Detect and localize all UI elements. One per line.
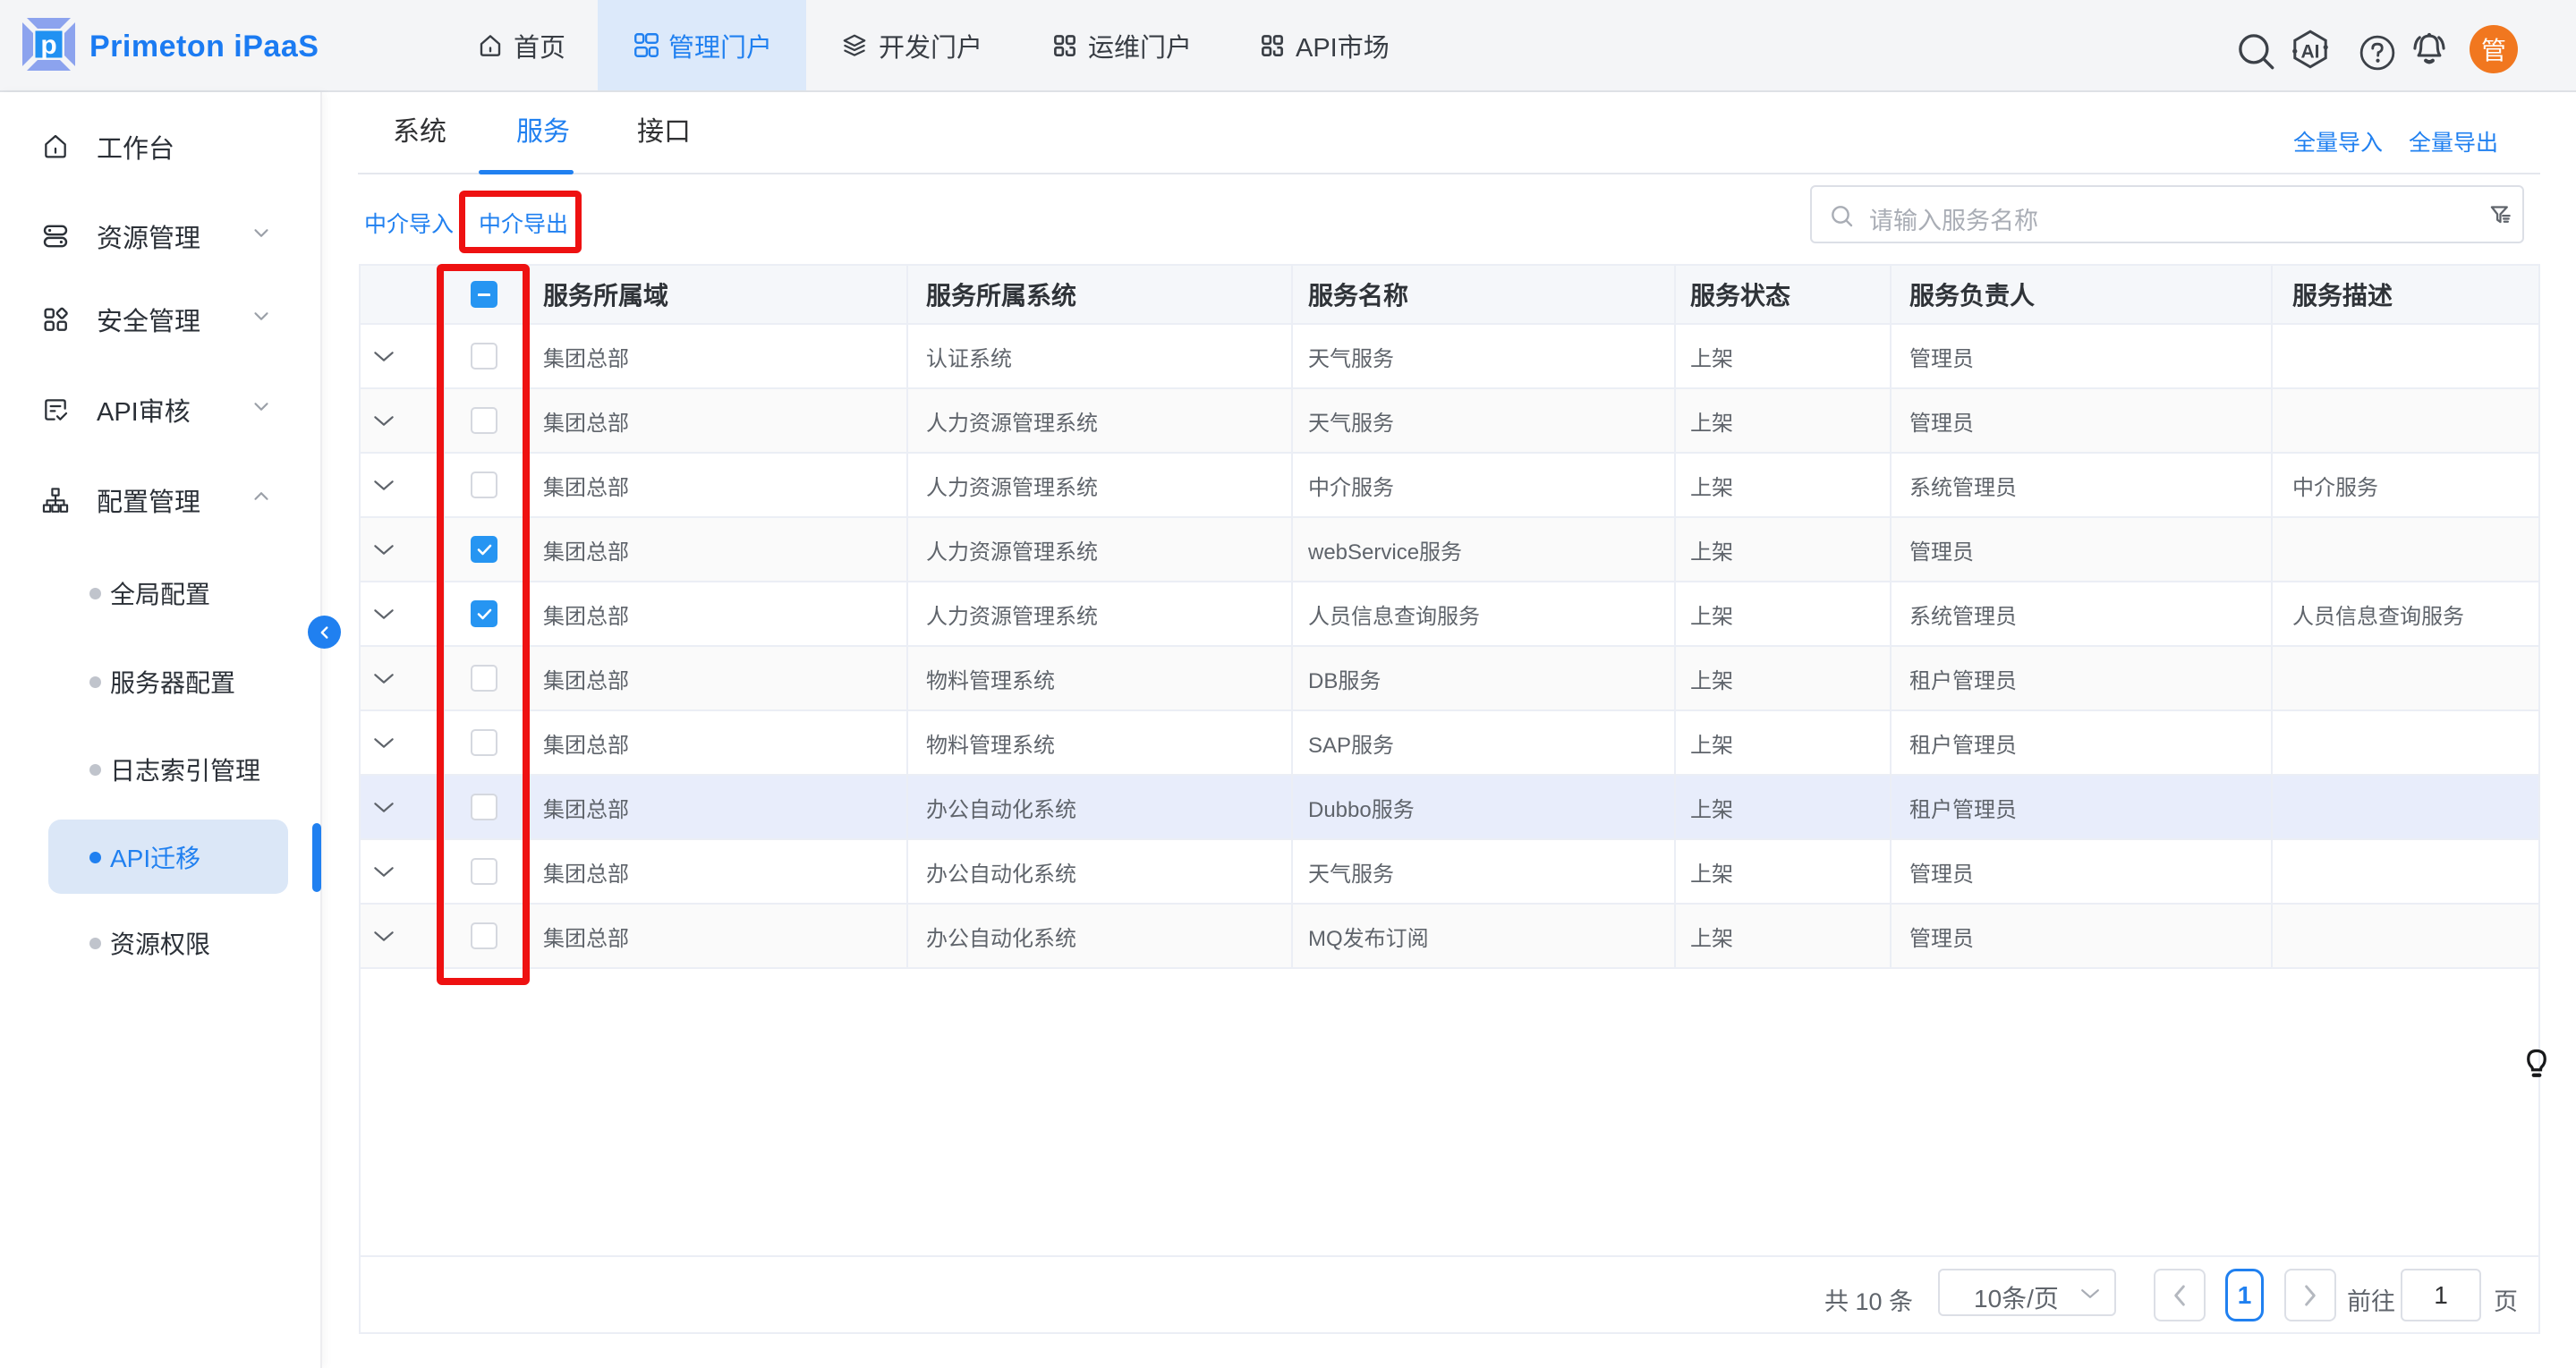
- svg-text:p: p: [40, 30, 56, 60]
- svg-text:AI: AI: [2301, 41, 2320, 62]
